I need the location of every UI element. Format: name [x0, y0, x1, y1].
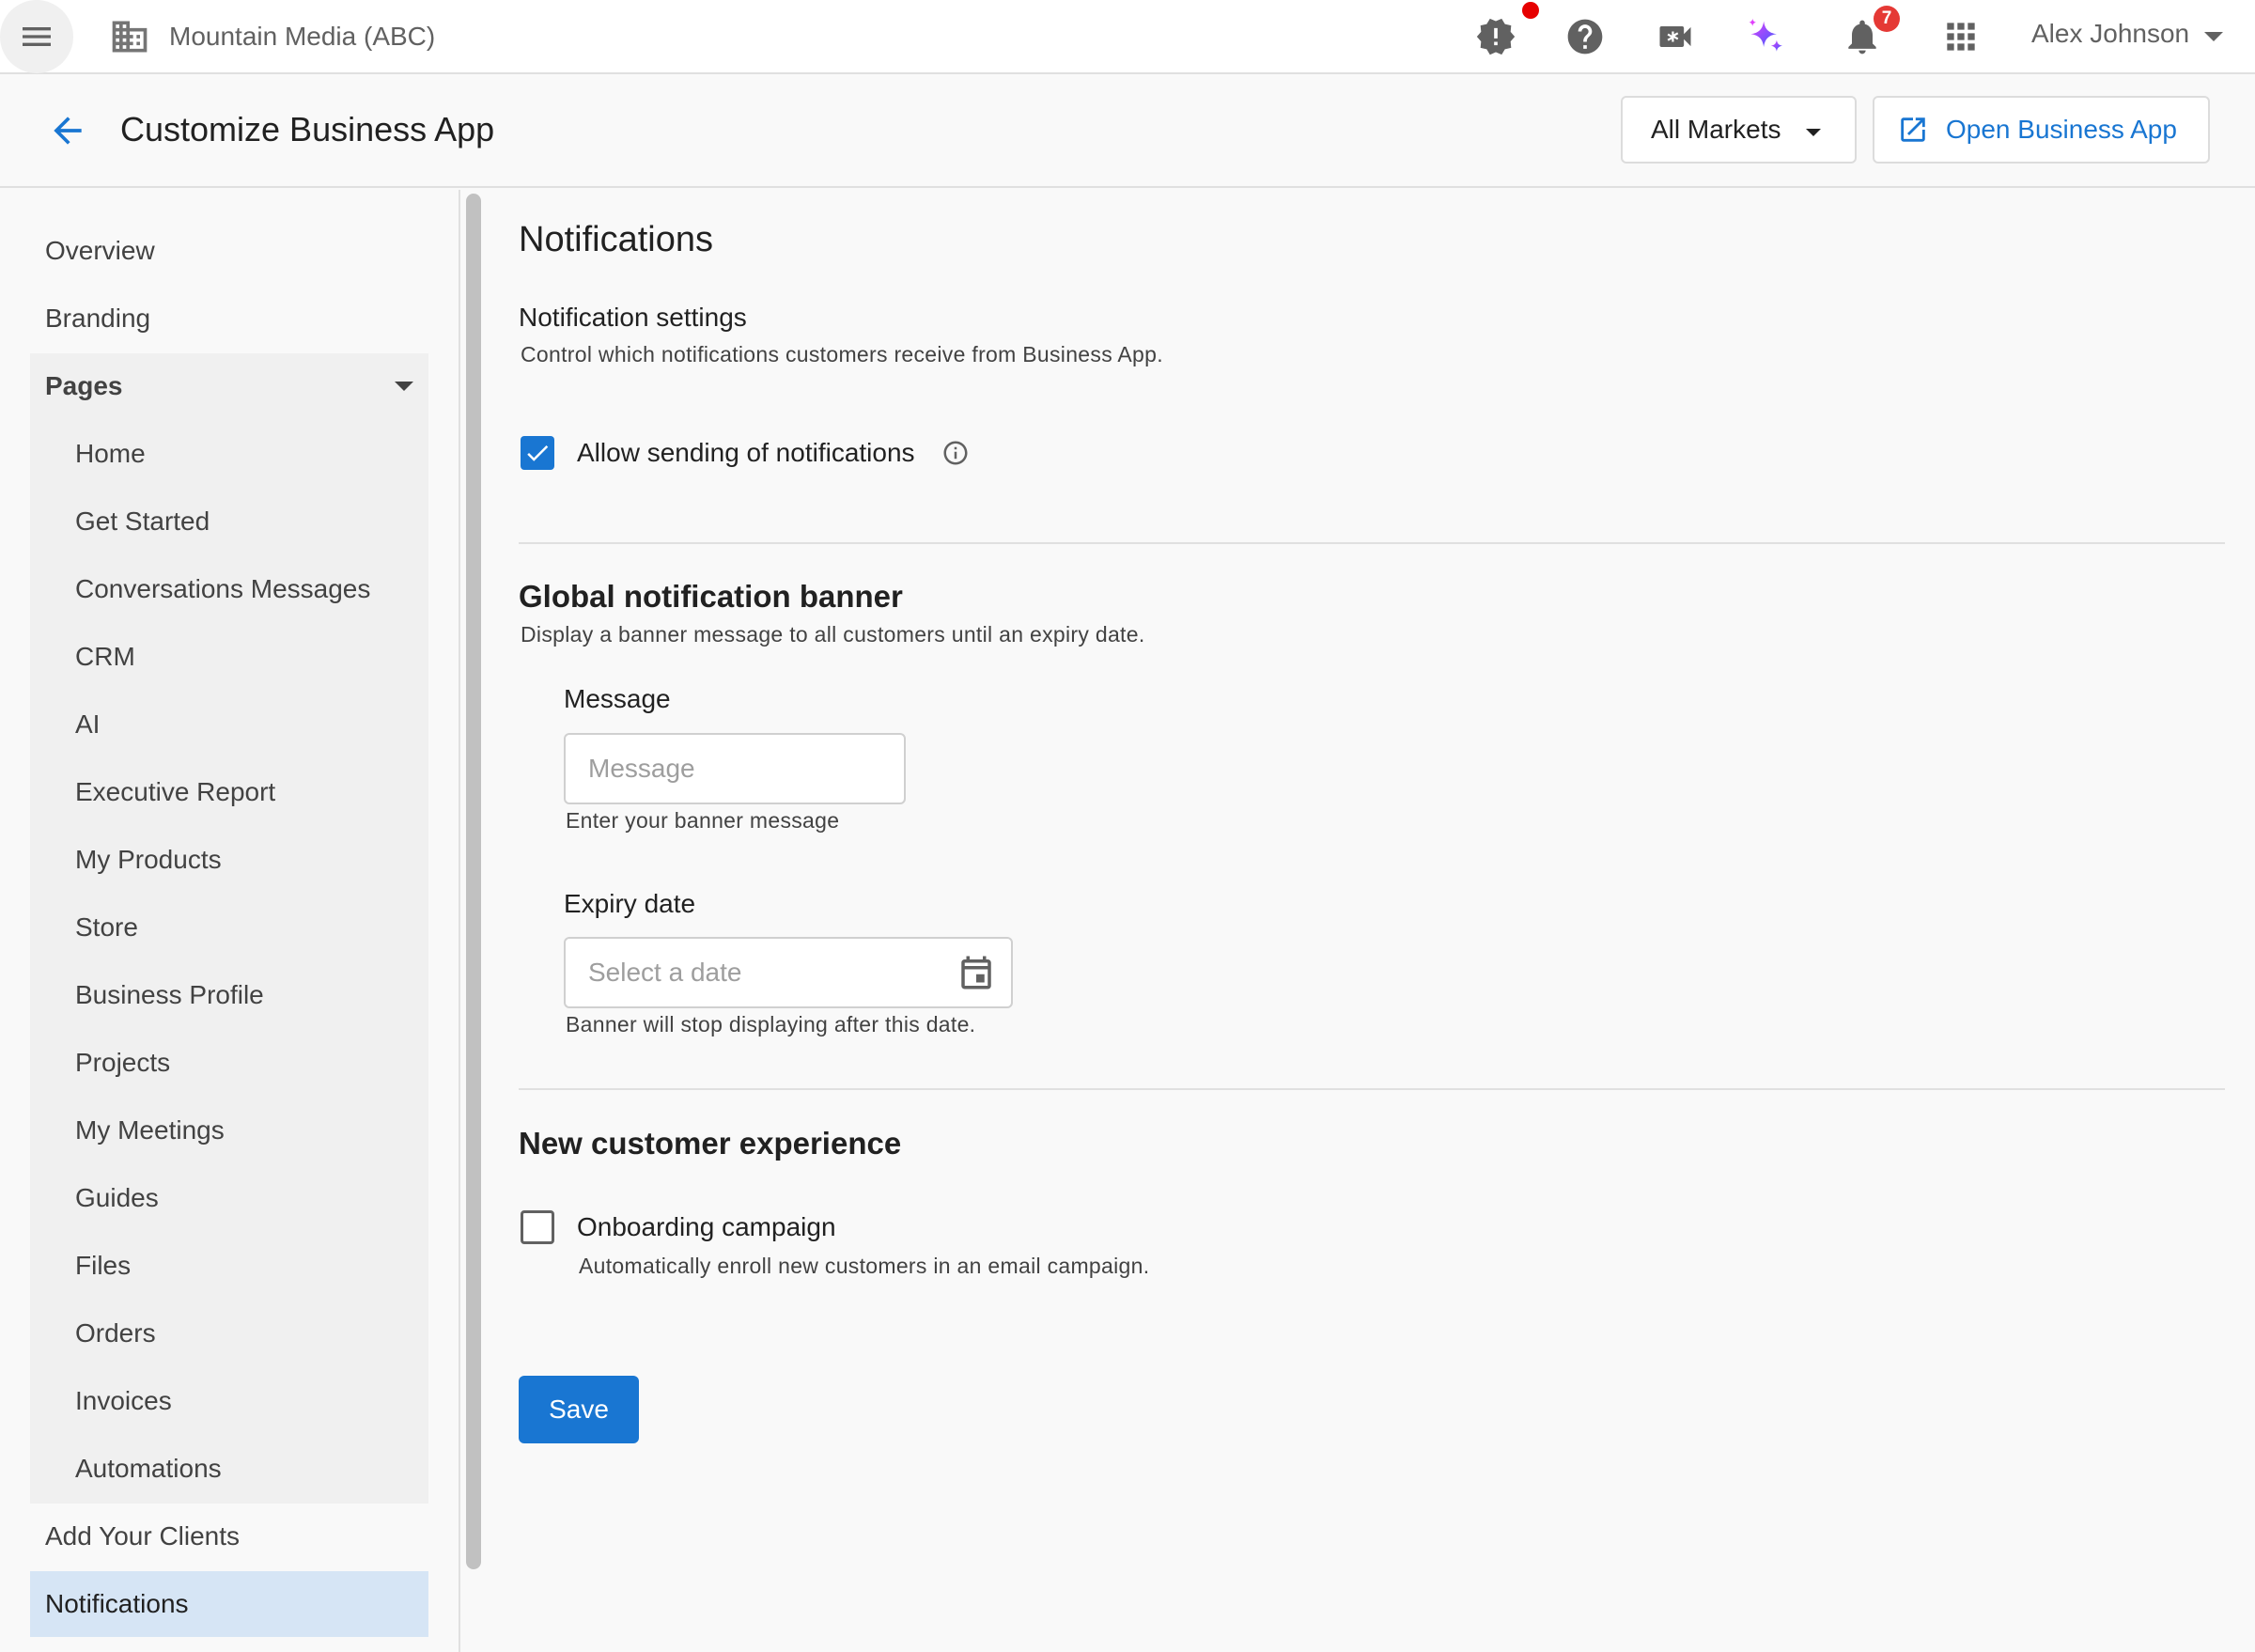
- caret-down-icon: [395, 382, 413, 391]
- menu-button[interactable]: [0, 0, 73, 73]
- alert-icon: [1476, 18, 1516, 55]
- open-in-new-icon: [1901, 117, 1925, 142]
- user-menu[interactable]: Alex Johnson: [2031, 19, 2189, 49]
- sidebar-item-business-profile[interactable]: Business Profile: [30, 962, 428, 1028]
- open-business-app-label: Open Business App: [1946, 115, 2177, 144]
- new-customer-heading: New customer experience: [519, 1126, 902, 1161]
- sidebar-item-my-meetings[interactable]: My Meetings: [30, 1098, 428, 1163]
- divider: [519, 542, 2225, 544]
- sidebar-item-my-products[interactable]: My Products: [30, 827, 428, 893]
- expiry-date-label: Expiry date: [564, 889, 696, 918]
- sidebar: Overview Branding Pages Home Get Started…: [0, 190, 460, 1652]
- sidebar-item-orders[interactable]: Orders: [30, 1301, 428, 1366]
- save-button[interactable]: Save: [519, 1376, 639, 1443]
- sidebar-item-notifications[interactable]: Notifications: [30, 1571, 428, 1637]
- allow-notifications-label[interactable]: Allow sending of notifications: [577, 438, 915, 468]
- message-field-label: Message: [564, 684, 671, 713]
- message-hint: Enter your banner message: [566, 808, 840, 833]
- calendar-icon[interactable]: [956, 953, 996, 992]
- sidebar-item-store[interactable]: Store: [30, 895, 428, 960]
- markets-dropdown-label: All Markets: [1651, 115, 1781, 144]
- sidebar-item-files[interactable]: Files: [30, 1233, 428, 1299]
- expiry-date-input[interactable]: [564, 937, 1013, 1008]
- onboarding-campaign-label[interactable]: Onboarding campaign: [577, 1212, 836, 1242]
- info-icon[interactable]: [941, 439, 970, 467]
- caret-down-icon: [1806, 129, 1821, 136]
- sidebar-item-crm[interactable]: CRM: [30, 624, 428, 690]
- global-banner-description: Display a banner message to all customer…: [521, 622, 1145, 647]
- sidebar-item-projects[interactable]: Projects: [30, 1030, 428, 1096]
- open-business-app-button[interactable]: Open Business App: [1873, 96, 2210, 164]
- sidebar-pages-label: Pages: [45, 371, 123, 400]
- video-icon: [1659, 26, 1691, 47]
- section-title: Notifications: [519, 220, 713, 259]
- sidebar-item-home[interactable]: Home: [30, 421, 428, 487]
- sidebar-item-conversations[interactable]: Conversations Messages: [30, 556, 428, 622]
- ai-button[interactable]: [1742, 13, 1789, 60]
- apps-button[interactable]: [1937, 13, 1984, 60]
- notification-settings-heading: Notification settings: [519, 303, 747, 332]
- sidebar-item-automations[interactable]: Automations: [30, 1436, 428, 1502]
- sidebar-item-invoices[interactable]: Invoices: [30, 1368, 428, 1434]
- notification-count-badge: 7: [1874, 6, 1900, 32]
- sidebar-item-executive-report[interactable]: Executive Report: [30, 759, 428, 825]
- video-button[interactable]: [1652, 13, 1699, 60]
- help-icon: [1567, 19, 1603, 55]
- help-button[interactable]: [1562, 13, 1609, 60]
- checkmark-icon: [527, 444, 549, 461]
- onboarding-campaign-description: Automatically enroll new customers in an…: [579, 1254, 1150, 1278]
- building-icon: [109, 16, 150, 57]
- divider: [519, 1088, 2225, 1090]
- alert-dot: [1522, 2, 1539, 19]
- org-name[interactable]: Mountain Media (ABC): [169, 22, 435, 52]
- page-header: Customize Business App All Markets Open …: [0, 74, 2255, 188]
- sidebar-item-add-your-clients[interactable]: Add Your Clients: [30, 1504, 428, 1569]
- sidebar-scrollbar-thumb[interactable]: [466, 194, 481, 1569]
- sparkle-icon: [1749, 18, 1782, 52]
- message-input[interactable]: [564, 733, 906, 804]
- expiry-date-hint: Banner will stop displaying after this d…: [566, 1012, 976, 1036]
- sidebar-item-get-started[interactable]: Get Started: [30, 489, 428, 554]
- menu-icon: [23, 26, 51, 46]
- global-banner-heading: Global notification banner: [519, 579, 903, 614]
- page-title: Customize Business App: [120, 110, 495, 148]
- sidebar-item-ai[interactable]: AI: [30, 692, 428, 757]
- allow-notifications-checkbox[interactable]: [521, 436, 554, 470]
- main-content: Notifications Notification settings Cont…: [489, 190, 2255, 1652]
- markets-dropdown[interactable]: All Markets: [1621, 96, 1857, 164]
- notification-settings-description: Control which notifications customers re…: [521, 342, 1163, 366]
- apps-grid-icon: [1947, 23, 1975, 51]
- chevron-down-icon[interactable]: [2204, 32, 2223, 41]
- top-bar: Mountain Media (ABC) 7 Alex Johnson: [0, 0, 2255, 74]
- sidebar-item-overview[interactable]: Overview: [30, 218, 428, 284]
- back-arrow-icon[interactable]: [47, 110, 88, 151]
- sidebar-pages-toggle[interactable]: Pages: [30, 353, 428, 419]
- alert-button[interactable]: [1472, 13, 1519, 60]
- onboarding-campaign-checkbox[interactable]: [521, 1210, 554, 1244]
- sidebar-item-guides[interactable]: Guides: [30, 1165, 428, 1231]
- sidebar-item-branding[interactable]: Branding: [30, 286, 428, 351]
